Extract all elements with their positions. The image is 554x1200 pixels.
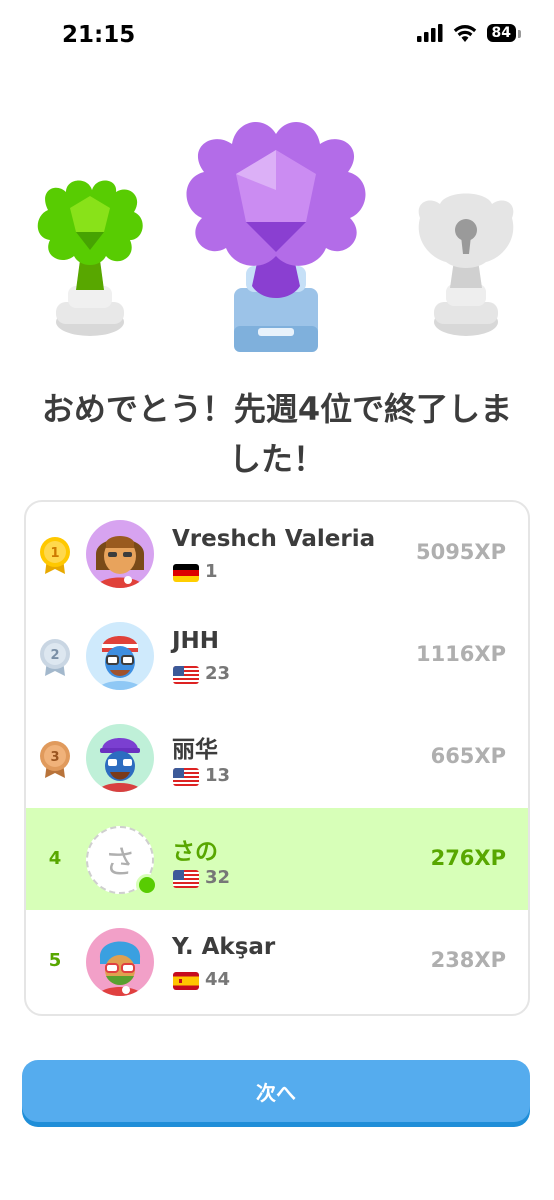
league-count: 44 bbox=[205, 969, 231, 990]
player-xp: 276XP bbox=[430, 846, 506, 870]
avatar[interactable] bbox=[86, 520, 154, 588]
status-bar: 21:15 84 bbox=[0, 0, 554, 76]
medal-rank-text: 1 bbox=[50, 546, 59, 561]
next-button[interactable]: 次へ bbox=[22, 1060, 530, 1122]
leaderboard: 1 Vreshch Valeria 1 5095XP 2 JHH 23 1116… bbox=[24, 500, 530, 1016]
purple-trophy-icon bbox=[186, 121, 366, 352]
silver-medal-icon: 2 bbox=[40, 639, 70, 676]
bronze-medal-icon: 3 bbox=[40, 741, 70, 778]
player-name: Y. Akşar bbox=[172, 934, 276, 960]
gold-medal-icon: 1 bbox=[40, 537, 70, 574]
medal-rank-text: 3 bbox=[50, 750, 59, 765]
leaderboard-row-1[interactable]: 1 Vreshch Valeria 1 5095XP bbox=[26, 502, 528, 604]
rank-number: 5 bbox=[48, 950, 62, 971]
player-name: JHH bbox=[172, 628, 220, 654]
avatar[interactable] bbox=[86, 928, 154, 996]
player-xp: 5095XP bbox=[415, 540, 506, 564]
headline: おめでとう！先週4位で終了しました！ bbox=[41, 390, 513, 478]
online-status-dot bbox=[136, 874, 158, 896]
trophies bbox=[0, 90, 554, 370]
league-count: 1 bbox=[205, 561, 218, 582]
player-xp: 1116XP bbox=[415, 642, 506, 666]
medal-rank-text: 2 bbox=[50, 648, 59, 663]
wifi-icon bbox=[453, 25, 476, 42]
leaderboard-row-5[interactable]: 5 Y. Akşar 44 238XP bbox=[26, 910, 528, 1012]
status-icons: 84 bbox=[416, 24, 522, 42]
status-time: 21:15 bbox=[62, 22, 136, 48]
usa-flag-icon bbox=[173, 768, 199, 786]
usa-flag-icon bbox=[173, 870, 199, 888]
usa-flag-icon bbox=[173, 666, 199, 684]
player-name: Vreshch Valeria bbox=[172, 526, 376, 552]
germany-flag-icon bbox=[173, 564, 199, 582]
leaderboard-row-3[interactable]: 3 丽华 13 665XP bbox=[26, 706, 528, 808]
battery-icon: 84 bbox=[486, 24, 522, 42]
league-count: 23 bbox=[205, 663, 231, 684]
player-name: 丽华 bbox=[172, 737, 218, 763]
avatar[interactable] bbox=[86, 622, 154, 690]
league-count: 13 bbox=[205, 765, 231, 786]
green-trophy-icon bbox=[37, 180, 143, 336]
rank-number: 4 bbox=[48, 848, 62, 869]
player-xp: 665XP bbox=[430, 744, 506, 768]
league-count: 32 bbox=[205, 867, 231, 888]
spain-flag-icon bbox=[173, 972, 199, 990]
leaderboard-row-2[interactable]: 2 JHH 23 1116XP bbox=[26, 604, 528, 706]
signal-icon bbox=[416, 24, 443, 42]
player-xp: 238XP bbox=[430, 948, 506, 972]
locked-trophy-icon bbox=[418, 193, 514, 336]
player-name: さの bbox=[172, 839, 218, 865]
leaderboard-row-current-user[interactable]: 4 さ さの 32 276XP bbox=[26, 808, 528, 910]
avatar[interactable] bbox=[86, 724, 154, 792]
